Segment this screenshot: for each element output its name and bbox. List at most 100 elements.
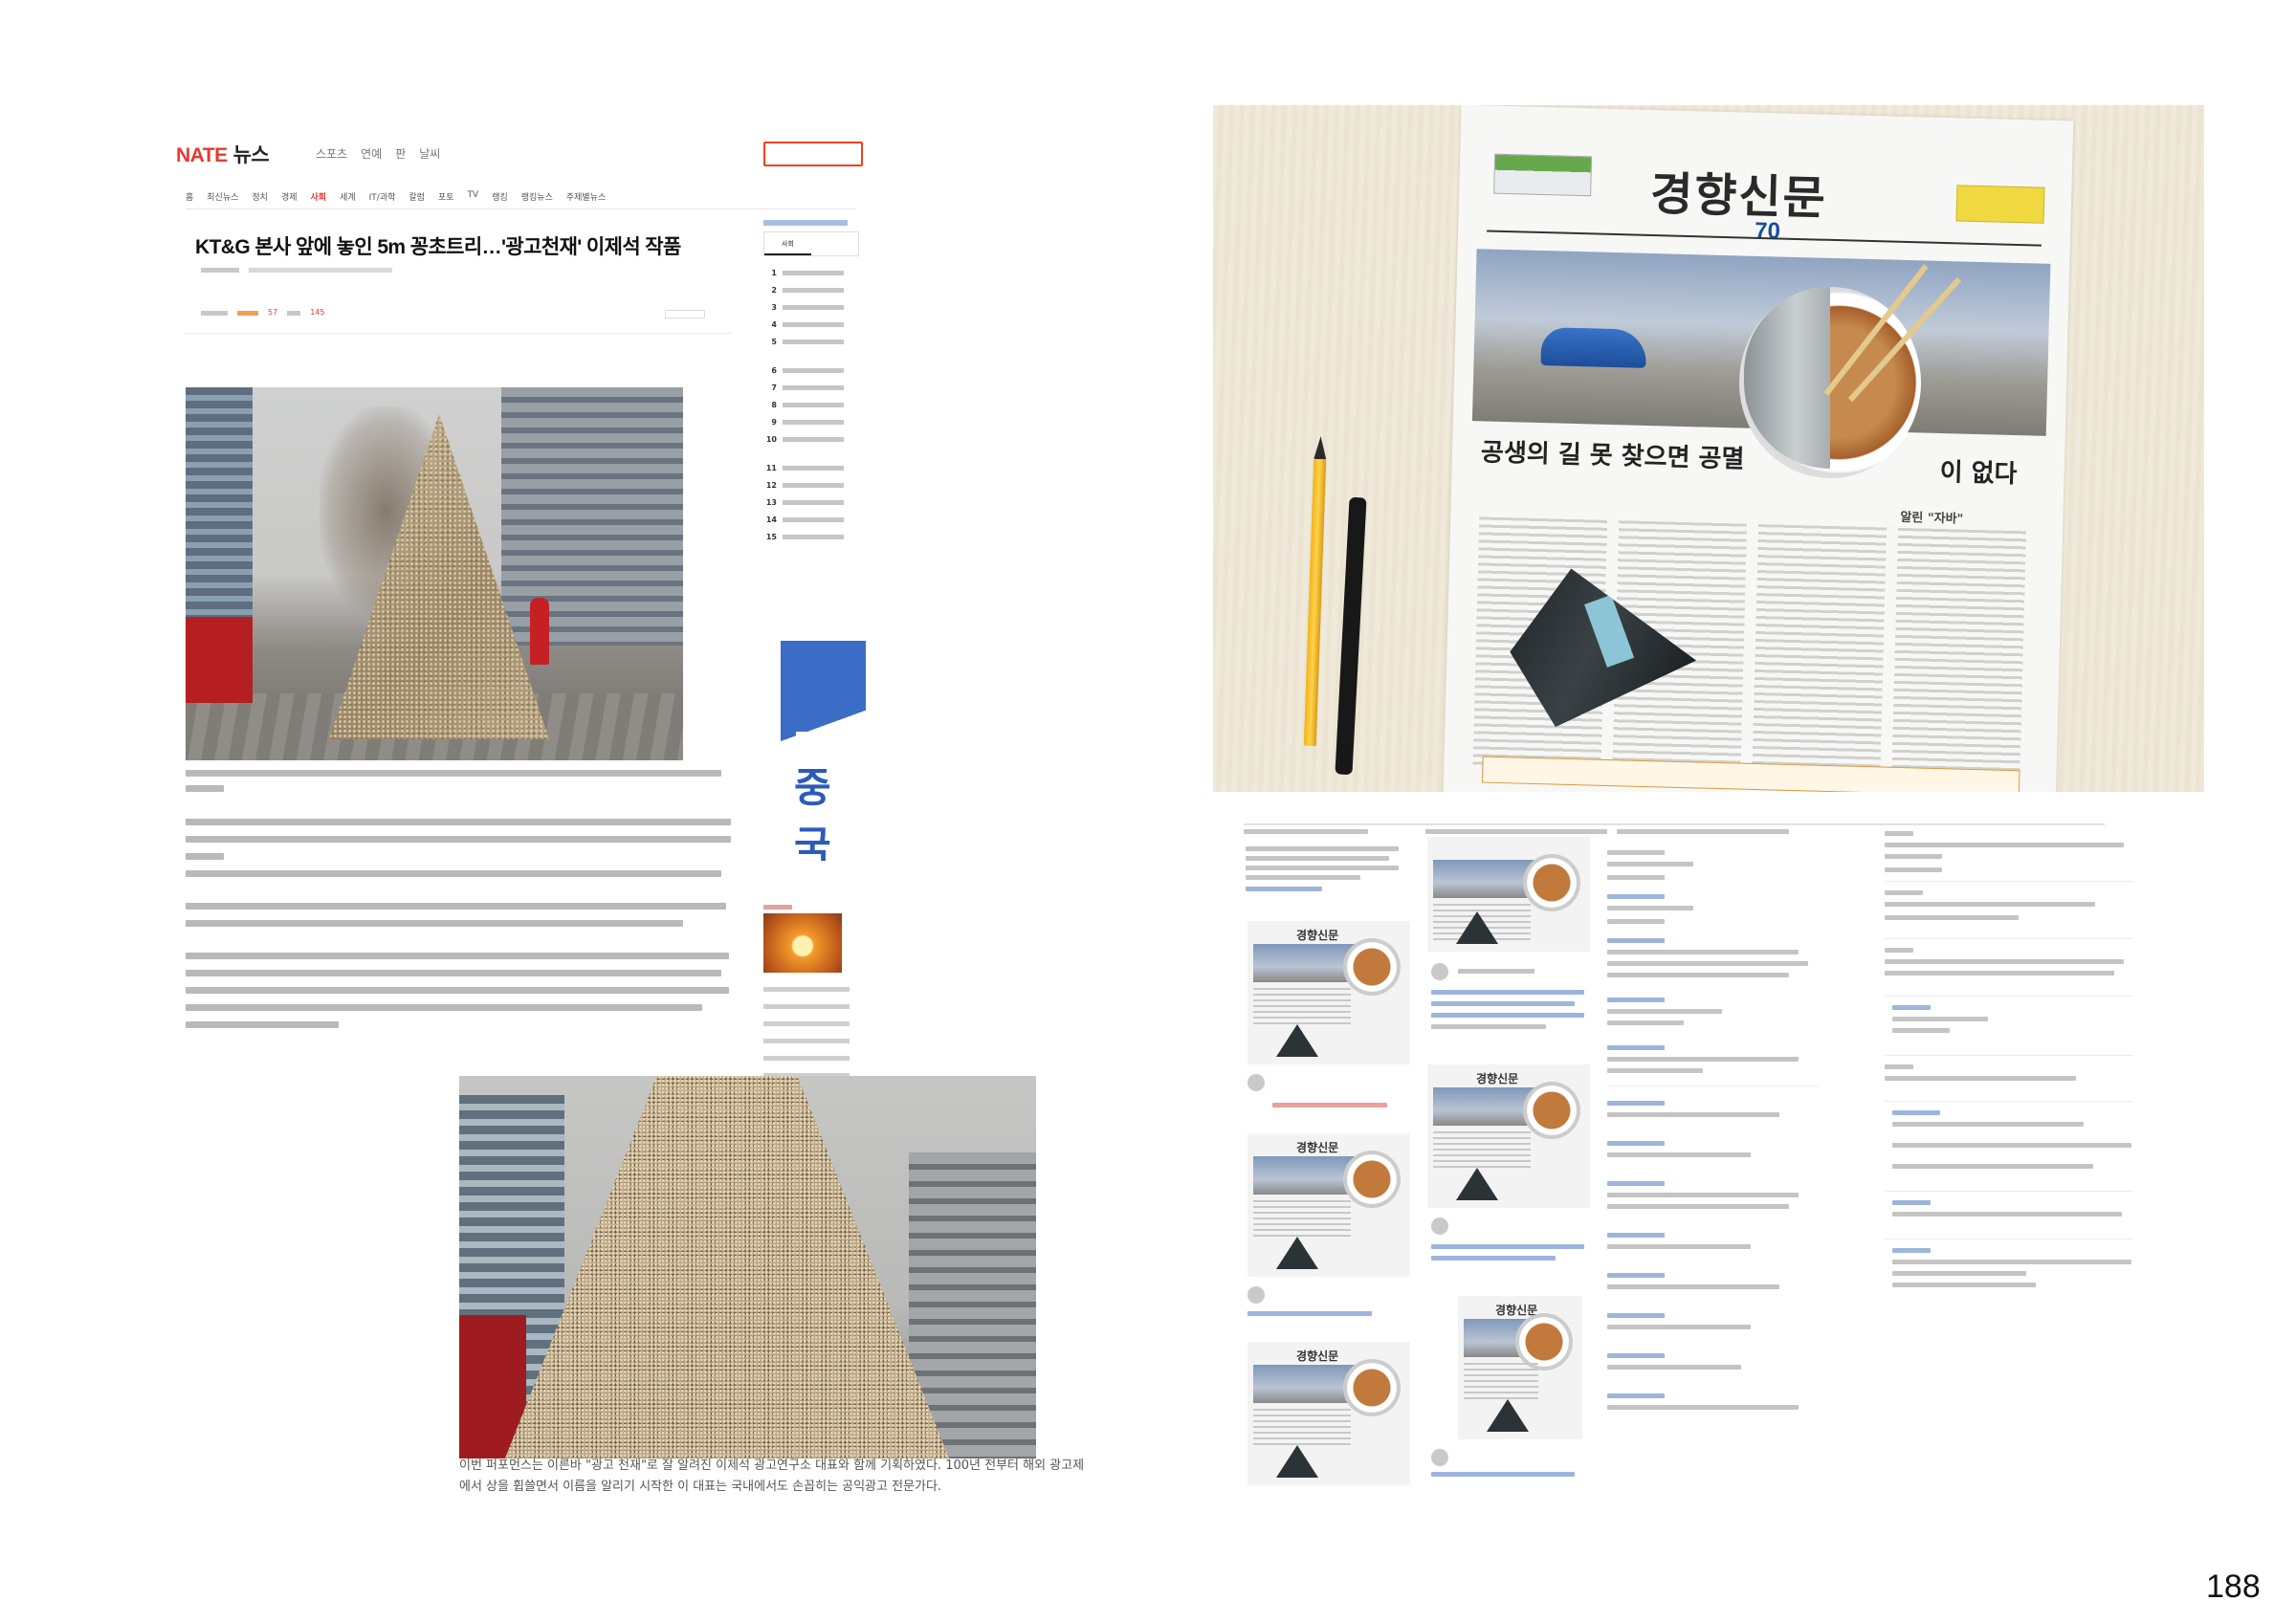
avatar[interactable] xyxy=(1431,1449,1448,1466)
comment-text xyxy=(1885,1076,2076,1081)
side-advertisement[interactable]: 중국 xyxy=(781,641,866,861)
list-item[interactable]: 1 xyxy=(763,264,859,281)
comment-user[interactable] xyxy=(1607,998,1665,1002)
subnav-economy[interactable]: 경제 xyxy=(281,190,298,203)
list-item[interactable]: 3 xyxy=(763,298,859,316)
post-hashtags[interactable] xyxy=(1246,887,1322,891)
subnav-topic[interactable]: 주제별뉴스 xyxy=(566,190,606,203)
comment-user[interactable] xyxy=(1607,1233,1665,1238)
list-item[interactable]: 6 xyxy=(763,362,859,379)
subnav-it[interactable]: IT/과학 xyxy=(369,190,396,203)
subnav-tv[interactable]: TV xyxy=(468,190,479,203)
nate-logo[interactable]: NATE 뉴스 xyxy=(176,140,270,168)
comment-user[interactable] xyxy=(1607,938,1665,943)
post-image[interactable] xyxy=(1427,837,1590,952)
comment-text xyxy=(1892,1271,2026,1276)
avatar[interactable] xyxy=(1431,963,1448,980)
subnav-society[interactable]: 사회 xyxy=(311,190,327,203)
list-item[interactable]: 11 xyxy=(763,459,859,476)
avatar[interactable] xyxy=(1247,1286,1265,1304)
newspaper-masthead: 경향신문 xyxy=(1649,166,1828,226)
article-body-line xyxy=(186,903,726,910)
post-image[interactable]: 경향신문 xyxy=(1247,1342,1410,1485)
list-item[interactable]: 9 xyxy=(763,413,859,430)
font-size-buttons[interactable] xyxy=(665,310,705,318)
comment-user[interactable] xyxy=(1607,1045,1665,1050)
comment-user[interactable] xyxy=(1885,831,1913,836)
subnav-world[interactable]: 세계 xyxy=(340,190,356,203)
ad-subtitle xyxy=(796,732,853,741)
rank-number: 1 xyxy=(771,268,777,277)
comment-text xyxy=(1892,1283,2036,1287)
ranking-panel: 사회 1 2 3 4 5 6 7 8 9 10 11 12 13 14 15 xyxy=(763,220,859,985)
gnb-item-sports[interactable]: 스포츠 xyxy=(316,145,347,162)
post-image[interactable]: 경향신문 xyxy=(1247,1133,1410,1277)
comment-user[interactable] xyxy=(1607,1353,1665,1358)
comment-text xyxy=(1607,961,1808,966)
comment-count[interactable]: 145 xyxy=(310,308,324,317)
subnav-politics[interactable]: 정치 xyxy=(252,190,268,203)
side-list-item[interactable] xyxy=(763,1004,850,1009)
tab-society[interactable]: 사회 xyxy=(764,232,811,255)
subnav-rank[interactable]: 랭킹 xyxy=(492,190,508,203)
comment-user[interactable] xyxy=(1892,1200,1931,1205)
comment-user[interactable] xyxy=(1892,1248,1931,1253)
side-list-item[interactable] xyxy=(763,1056,850,1061)
gnb-item-pann[interactable]: 판 xyxy=(395,145,406,162)
avatar[interactable] xyxy=(1247,1074,1265,1091)
side-thumbnail[interactable] xyxy=(763,913,842,973)
post-image[interactable]: 경향신문 xyxy=(1458,1296,1582,1439)
comment-user[interactable] xyxy=(1607,1393,1665,1398)
comment-user[interactable] xyxy=(1607,850,1665,855)
avatar[interactable] xyxy=(1431,1217,1448,1235)
subnav-photo[interactable]: 포토 xyxy=(438,190,454,203)
post-image[interactable]: 경향신문 xyxy=(1427,1064,1590,1208)
subnav-column[interactable]: 칼럼 xyxy=(408,190,425,203)
post-text xyxy=(1431,1013,1584,1018)
feed-header xyxy=(1425,829,1607,834)
comment-user[interactable] xyxy=(1892,1005,1931,1010)
comment-user[interactable] xyxy=(1607,894,1665,899)
search-input[interactable] xyxy=(763,142,863,166)
list-item[interactable]: 4 xyxy=(763,316,859,333)
side-list-item[interactable] xyxy=(763,1021,850,1026)
list-item[interactable]: 5 xyxy=(763,333,859,350)
gnb-item-entertain[interactable]: 연예 xyxy=(361,145,382,162)
post-image[interactable]: 경향신문 xyxy=(1247,921,1410,1064)
list-item[interactable]: 13 xyxy=(763,493,859,511)
cone-photo-caption: 이번 퍼포먼스는 이른바 "광고 천재"로 잘 알려진 이제석 광고연구소 대표… xyxy=(459,1456,1091,1498)
comment-text xyxy=(1885,854,1942,859)
comment-user[interactable] xyxy=(1607,1273,1665,1278)
article-body-line xyxy=(186,987,729,994)
subnav-ranknews[interactable]: 랭킹뉴스 xyxy=(521,190,553,203)
side-list-item[interactable] xyxy=(763,987,850,992)
page-number: 188 xyxy=(2206,1568,2261,1605)
side-label xyxy=(763,905,792,910)
comment-user[interactable] xyxy=(1892,1110,1940,1115)
comment-user[interactable] xyxy=(1607,1313,1665,1318)
post-user[interactable] xyxy=(1458,969,1534,974)
comment-user[interactable] xyxy=(1607,1141,1665,1146)
list-item[interactable]: 12 xyxy=(763,476,859,493)
list-item[interactable]: 2 xyxy=(763,281,859,298)
list-item[interactable]: 8 xyxy=(763,396,859,413)
tab-other[interactable] xyxy=(811,232,858,255)
list-item[interactable]: 14 xyxy=(763,511,859,528)
post-text xyxy=(1246,856,1389,861)
post-hashtags[interactable] xyxy=(1247,1311,1372,1316)
gnb-item-weather[interactable]: 날씨 xyxy=(419,145,440,162)
list-item[interactable]: 10 xyxy=(763,430,859,448)
list-item[interactable]: 7 xyxy=(763,379,859,396)
comment-user[interactable] xyxy=(1885,948,1913,953)
comment-user[interactable] xyxy=(1607,1181,1665,1186)
subnav-home[interactable]: 홈 xyxy=(186,190,193,203)
rank-number: 11 xyxy=(765,463,777,472)
comment-user[interactable] xyxy=(1885,1064,1913,1069)
article-body-line xyxy=(186,1004,702,1011)
ad-text: 중국 xyxy=(794,764,831,861)
comment-user[interactable] xyxy=(1885,890,1923,895)
list-item[interactable]: 15 xyxy=(763,528,859,545)
comment-user[interactable] xyxy=(1607,1101,1665,1106)
subnav-latest[interactable]: 최신뉴스 xyxy=(207,190,238,203)
side-list-item[interactable] xyxy=(763,1039,850,1043)
